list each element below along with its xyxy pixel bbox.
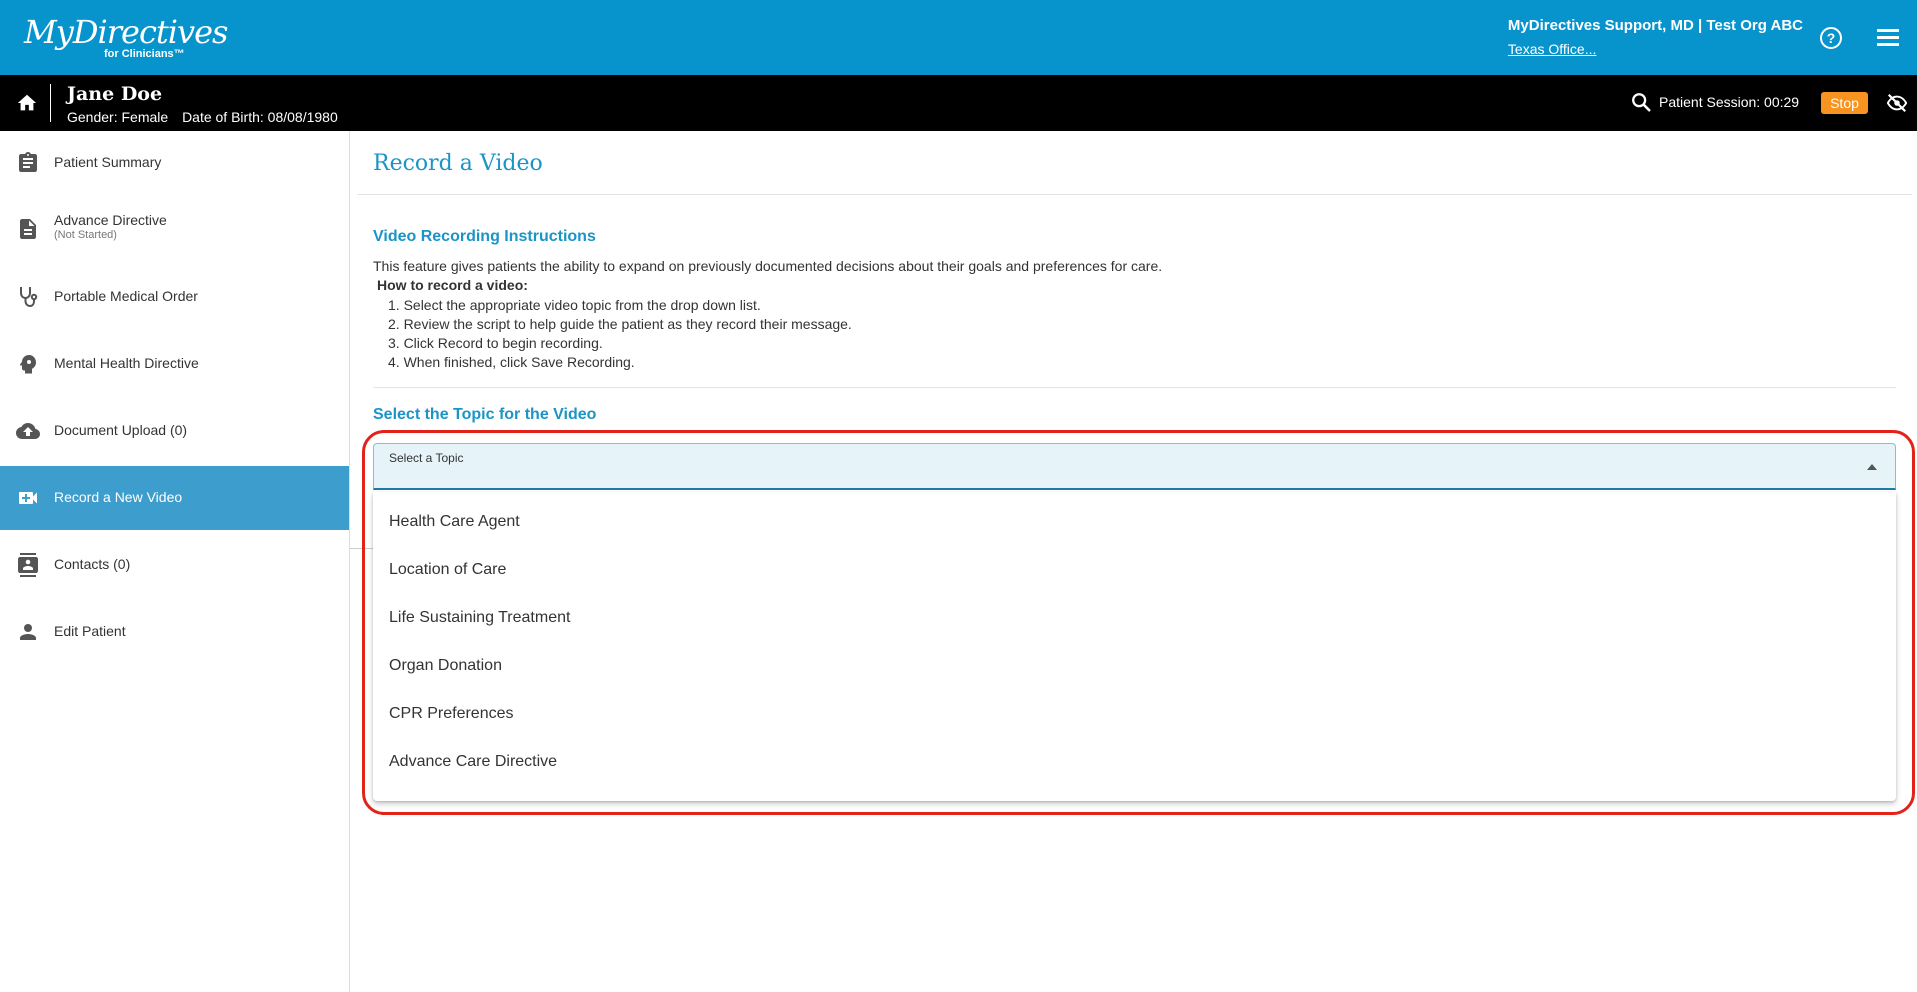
highlight-annotation: [362, 430, 1915, 815]
instructions-heading: Video Recording Instructions: [373, 228, 596, 245]
logo-text: MyDirectives: [24, 13, 228, 51]
video-add-icon: [19, 492, 37, 504]
clipboard-icon: [19, 152, 37, 172]
head-gear-icon: [19, 355, 36, 374]
sidebar-item-portable-medical-order[interactable]: Portable Medical Order: [0, 265, 349, 329]
session-timer: Patient Session: 00:29: [1659, 94, 1800, 110]
sidebar-item-patient-summary[interactable]: Patient Summary: [0, 131, 349, 195]
sidebar-item-mental-health-directive[interactable]: Mental Health Directive: [0, 332, 349, 396]
sidebar-item-label: Edit Patient: [54, 623, 126, 639]
patient-gender: Gender: Female: [67, 109, 169, 125]
patient-meta: Gender: Female Date of Birth: 08/08/1980: [67, 109, 348, 125]
list-item: 2. Review the script to help guide the p…: [388, 316, 852, 332]
eye-off-icon[interactable]: [1885, 92, 1909, 114]
sidebar: Patient Summary Advance Directive (Not S…: [0, 131, 350, 992]
sidebar-item-status: (Not Started): [54, 229, 117, 241]
sidebar-item-label: Patient Summary: [54, 154, 162, 170]
divider: [373, 387, 1896, 388]
sidebar-item-contacts[interactable]: Contacts (0): [0, 533, 349, 597]
sidebar-item-record-new-video[interactable]: Record a New Video: [0, 466, 349, 530]
how-to-heading: How to record a video:: [377, 277, 528, 293]
app-header: MyDirectives for Clinicians™ MyDirective…: [0, 0, 1917, 75]
sidebar-item-label: Contacts (0): [54, 556, 131, 572]
user-info: MyDirectives Support, MD | Test Org ABC …: [1508, 17, 1803, 57]
patient-dob: Date of Birth: 08/08/1980: [182, 109, 338, 125]
sidebar-item-label: Portable Medical Order: [54, 288, 198, 304]
sidebar-item-label: Document Upload (0): [54, 422, 188, 438]
list-item: 3. Click Record to begin recording.: [388, 335, 603, 351]
sidebar-item-edit-patient[interactable]: Edit Patient: [0, 600, 349, 664]
app-logo[interactable]: MyDirectives for Clinicians™: [24, 14, 228, 60]
instructions-list: 1. Select the appropriate video topic fr…: [388, 296, 852, 372]
stop-session-button[interactable]: Stop: [1821, 92, 1868, 114]
sidebar-item-advance-directive[interactable]: Advance Directive (Not Started): [0, 197, 349, 261]
person-icon: [20, 624, 36, 640]
page-title: Record a Video: [373, 151, 543, 176]
patient-name: Jane Doe: [67, 83, 163, 105]
divider: [357, 194, 1912, 195]
hamburger-menu-icon[interactable]: [1877, 29, 1899, 47]
sidebar-item-label: Mental Health Directive: [54, 355, 199, 371]
instructions-intro: This feature gives patients the ability …: [373, 258, 1163, 274]
search-icon[interactable]: [1630, 91, 1652, 113]
stethoscope-icon: [20, 287, 38, 308]
user-name: MyDirectives Support, MD | Test Org ABC: [1507, 17, 1803, 34]
divider: [50, 84, 51, 122]
sidebar-item-label: Advance Directive: [54, 212, 167, 228]
sidebar-item-document-upload[interactable]: Document Upload (0): [0, 399, 349, 463]
list-item: 4. When finished, click Save Recording.: [388, 354, 635, 370]
cloud-upload-icon: [16, 423, 40, 439]
document-icon: [20, 219, 36, 239]
home-icon[interactable]: [16, 92, 38, 114]
logo-subtitle: for Clinicians™: [104, 48, 185, 60]
list-item: 1. Select the appropriate video topic fr…: [388, 297, 761, 313]
sidebar-item-label: Record a New Video: [54, 489, 183, 505]
help-icon[interactable]: ?: [1820, 27, 1842, 49]
topic-heading: Select the Topic for the Video: [373, 406, 597, 423]
user-org-link[interactable]: Texas Office...: [1508, 41, 1803, 57]
patient-bar: Jane Doe Gender: Female Date of Birth: 0…: [0, 75, 1917, 131]
contacts-icon: [18, 553, 38, 577]
